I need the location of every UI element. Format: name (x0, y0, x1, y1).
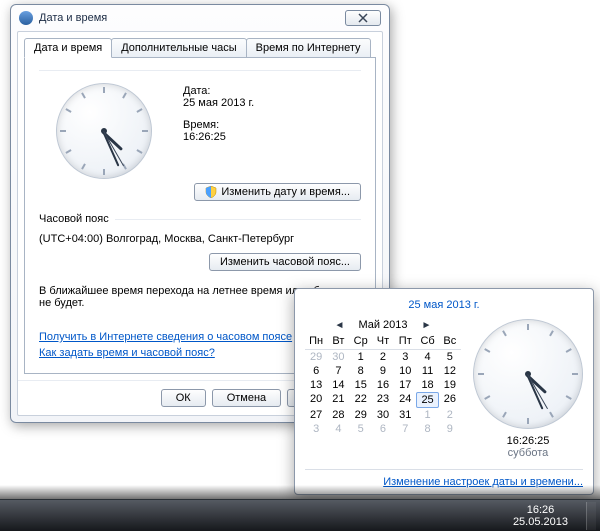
tray-clock[interactable]: 16:26 25.05.2013 (507, 502, 574, 530)
tab-date-time[interactable]: Дата и время (24, 38, 112, 58)
cal-day[interactable]: 7 (327, 364, 349, 378)
cal-day[interactable]: 29 (350, 408, 372, 422)
cal-day[interactable]: 31 (394, 408, 416, 422)
tray-time: 16:26 (513, 504, 568, 516)
titlebar[interactable]: Дата и время (11, 5, 389, 31)
window-title: Дата и время (39, 12, 345, 24)
tray-date: 25.05.2013 (513, 516, 568, 528)
cal-day[interactable]: 8 (416, 422, 438, 436)
cal-weekday: Ср (350, 335, 372, 350)
cal-day[interactable]: 14 (327, 378, 349, 392)
cal-weekday: Вт (327, 335, 349, 350)
cal-day[interactable]: 6 (372, 422, 394, 436)
cal-day[interactable]: 9 (439, 422, 461, 436)
time-label: Время: (183, 119, 254, 131)
cal-day[interactable]: 15 (350, 378, 372, 392)
cal-day[interactable]: 25 (416, 392, 438, 408)
close-button[interactable] (345, 10, 381, 26)
cal-day[interactable]: 23 (372, 392, 394, 408)
cal-day[interactable]: 17 (394, 378, 416, 392)
cal-weekday: Вс (439, 335, 461, 350)
cal-day[interactable]: 20 (305, 392, 327, 408)
cal-day[interactable]: 29 (305, 350, 327, 364)
cal-day[interactable]: 1 (350, 350, 372, 364)
cal-weekday: Пт (394, 335, 416, 350)
cal-day[interactable]: 5 (350, 422, 372, 436)
timezone-value: (UTC+04:00) Волгоград, Москва, Санкт-Пет… (39, 233, 361, 245)
cal-day[interactable]: 19 (439, 378, 461, 392)
popup-date: 25 мая 2013 г. (305, 299, 583, 311)
cal-day[interactable]: 22 (350, 392, 372, 408)
cal-day[interactable]: 1 (416, 408, 438, 422)
cal-weekday: Сб (416, 335, 438, 350)
analog-clock (56, 83, 152, 179)
cal-day[interactable]: 26 (439, 392, 461, 408)
cal-day[interactable]: 18 (416, 378, 438, 392)
show-desktop-button[interactable] (586, 502, 596, 530)
cal-day[interactable]: 6 (305, 364, 327, 378)
date-value: 25 мая 2013 г. (183, 97, 254, 109)
change-timezone-button[interactable]: Изменить часовой пояс... (209, 253, 361, 271)
cal-prev-button[interactable]: ◄ (331, 320, 349, 331)
cal-day[interactable]: 16 (372, 378, 394, 392)
cal-day[interactable]: 27 (305, 408, 327, 422)
cal-day[interactable]: 11 (416, 364, 438, 378)
cal-day[interactable]: 5 (439, 350, 461, 364)
calendar-grid: ПнВтСрЧтПтСбВс29301234567891011121314151… (305, 335, 461, 436)
system-tray: 16:26 25.05.2013 (507, 502, 596, 530)
taskbar: 16:26 25.05.2013 (0, 499, 600, 531)
cal-day[interactable]: 9 (372, 364, 394, 378)
cal-day[interactable]: 2 (439, 408, 461, 422)
analog-clock-tray (473, 319, 583, 429)
cal-day[interactable]: 8 (350, 364, 372, 378)
date-label: Дата: (183, 85, 254, 97)
calendar: ◄ Май 2013 ► ПнВтСрЧтПтСбВс2930123456789… (305, 319, 461, 459)
cal-day[interactable]: 4 (327, 422, 349, 436)
cal-day[interactable]: 2 (372, 350, 394, 364)
shield-icon (205, 186, 217, 198)
cal-month-title: Май 2013 (358, 319, 407, 331)
popup-dayofweek: суббота (508, 447, 549, 459)
ok-button[interactable]: ОК (161, 389, 206, 407)
cal-day[interactable]: 3 (394, 350, 416, 364)
popup-time: 16:26:25 (507, 435, 550, 447)
timezone-label: Часовой пояс (39, 213, 109, 225)
tabstrip: Дата и время Дополнительные часы Время п… (18, 32, 382, 58)
clock-icon (19, 11, 33, 25)
change-datetime-button[interactable]: Изменить дату и время... (194, 183, 361, 201)
cal-next-button[interactable]: ► (418, 320, 436, 331)
cal-day[interactable]: 30 (327, 350, 349, 364)
cancel-button[interactable]: Отмена (212, 389, 281, 407)
cal-day[interactable]: 3 (305, 422, 327, 436)
tab-additional-clocks[interactable]: Дополнительные часы (111, 38, 246, 58)
tray-datetime-popup: 25 мая 2013 г. ◄ Май 2013 ► ПнВтСрЧтПтСб… (294, 288, 594, 495)
cal-day[interactable]: 28 (327, 408, 349, 422)
time-value: 16:26:25 (183, 131, 254, 143)
cal-day[interactable]: 4 (416, 350, 438, 364)
cal-day[interactable]: 30 (372, 408, 394, 422)
cal-weekday: Чт (372, 335, 394, 350)
cal-day[interactable]: 12 (439, 364, 461, 378)
cal-day[interactable]: 21 (327, 392, 349, 408)
cal-day[interactable]: 7 (394, 422, 416, 436)
cal-weekday: Пн (305, 335, 327, 350)
cal-day[interactable]: 10 (394, 364, 416, 378)
tab-internet-time[interactable]: Время по Интернету (246, 38, 371, 58)
cal-day[interactable]: 13 (305, 378, 327, 392)
cal-day[interactable]: 24 (394, 392, 416, 408)
